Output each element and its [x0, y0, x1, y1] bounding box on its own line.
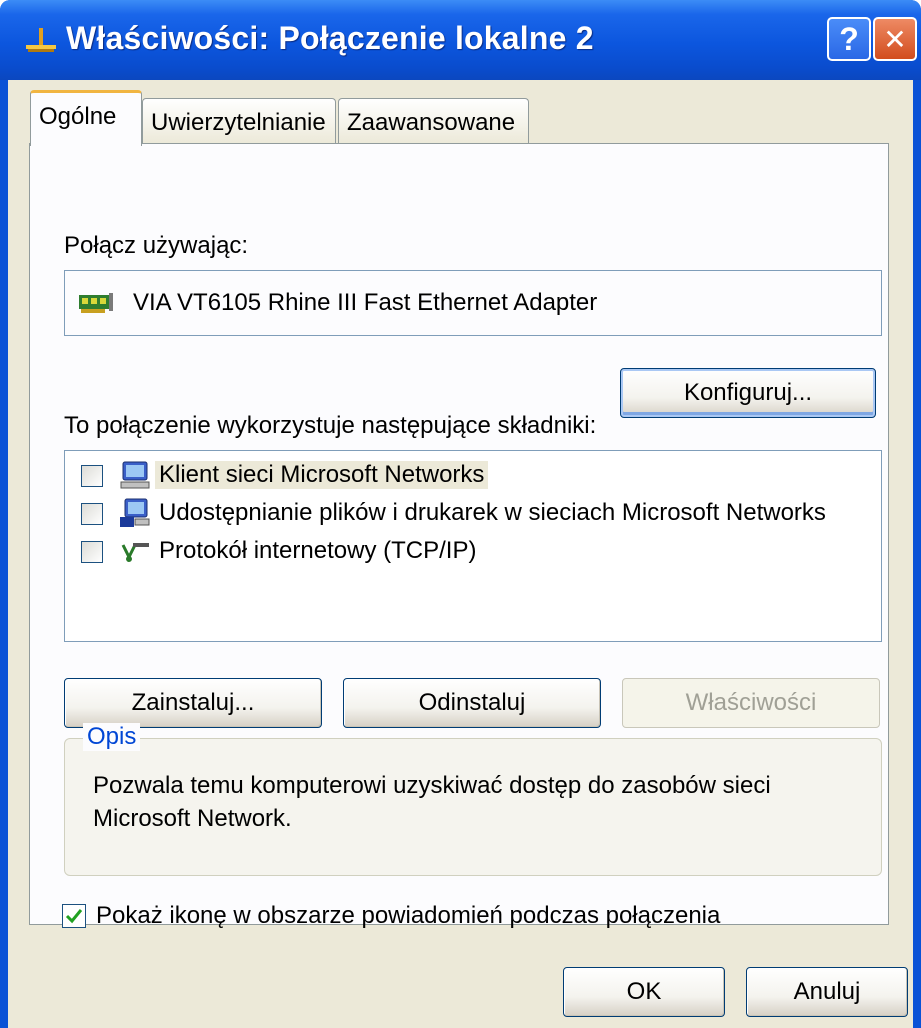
help-button[interactable]: ?: [827, 17, 871, 61]
component-checkbox[interactable]: [81, 541, 103, 563]
ok-button[interactable]: OK: [563, 967, 725, 1017]
components-list[interactable]: Klient sieci Microsoft Networks Udostępn…: [64, 450, 882, 642]
network-connection-icon: [26, 28, 56, 52]
dialog-client-area: Ogólne Uwierzytelnianie Zaawansowane Poł…: [8, 80, 913, 1028]
list-item[interactable]: Protokół internetowy (TCP/IP): [65, 533, 881, 569]
component-label: Udostępnianie plików i drukarek w siecia…: [159, 499, 826, 526]
window-title: Właściwości: Połączenie lokalne 2: [66, 20, 594, 56]
file-printer-sharing-icon: [120, 498, 150, 527]
network-card-icon: [79, 293, 113, 313]
properties-dialog: Właściwości: Połączenie lokalne 2 ? ✕ Og…: [0, 0, 921, 1028]
protocol-icon: [121, 543, 149, 562]
component-label: Protokół internetowy (TCP/IP): [159, 537, 477, 564]
tab-authentication[interactable]: Uwierzytelnianie: [142, 98, 336, 144]
tab-general[interactable]: Ogólne: [30, 90, 142, 146]
component-checkbox[interactable]: [81, 503, 103, 525]
check-icon: [65, 909, 83, 924]
network-client-icon: [120, 461, 150, 489]
configure-button[interactable]: Konfiguruj...: [620, 368, 876, 418]
list-item[interactable]: Klient sieci Microsoft Networks: [65, 457, 881, 493]
tab-panel-general: Połącz używając: VIA VT6105 Rhine III Fa…: [29, 143, 889, 929]
install-button[interactable]: Zainstaluj...: [64, 678, 322, 728]
help-icon: ?: [839, 20, 859, 57]
description-title: Opis: [83, 723, 141, 751]
description-text: Pozwala temu komputerowi uzyskiwać dostę…: [93, 772, 771, 832]
adapter-name: VIA VT6105 Rhine III Fast Ethernet Adapt…: [133, 289, 598, 316]
uninstall-button[interactable]: Odinstaluj: [343, 678, 601, 728]
connect-using-label: Połącz używając:: [64, 232, 249, 259]
cancel-button[interactable]: Anuluj: [746, 967, 908, 1017]
list-item[interactable]: Udostępnianie plików i drukarek w siecia…: [65, 495, 881, 531]
tab-advanced[interactable]: Zaawansowane: [338, 98, 529, 144]
component-label: Klient sieci Microsoft Networks: [155, 461, 489, 489]
components-label: To połączenie wykorzystuje następujące s…: [64, 412, 597, 439]
show-icon-label[interactable]: Pokaż ikonę w obszarze powiadomień podcz…: [96, 902, 720, 930]
description-group: Opis Pozwala temu komputerowi uzyskiwać …: [64, 723, 882, 876]
show-icon-checkbox[interactable]: [62, 904, 86, 928]
close-icon: ✕: [883, 23, 907, 55]
component-checkbox[interactable]: [81, 465, 103, 487]
properties-button: Właściwości: [622, 678, 880, 728]
adapter-field: VIA VT6105 Rhine III Fast Ethernet Adapt…: [64, 270, 882, 336]
close-button[interactable]: ✕: [873, 17, 917, 61]
title-bar[interactable]: Właściwości: Połączenie lokalne 2 ? ✕: [0, 0, 921, 80]
